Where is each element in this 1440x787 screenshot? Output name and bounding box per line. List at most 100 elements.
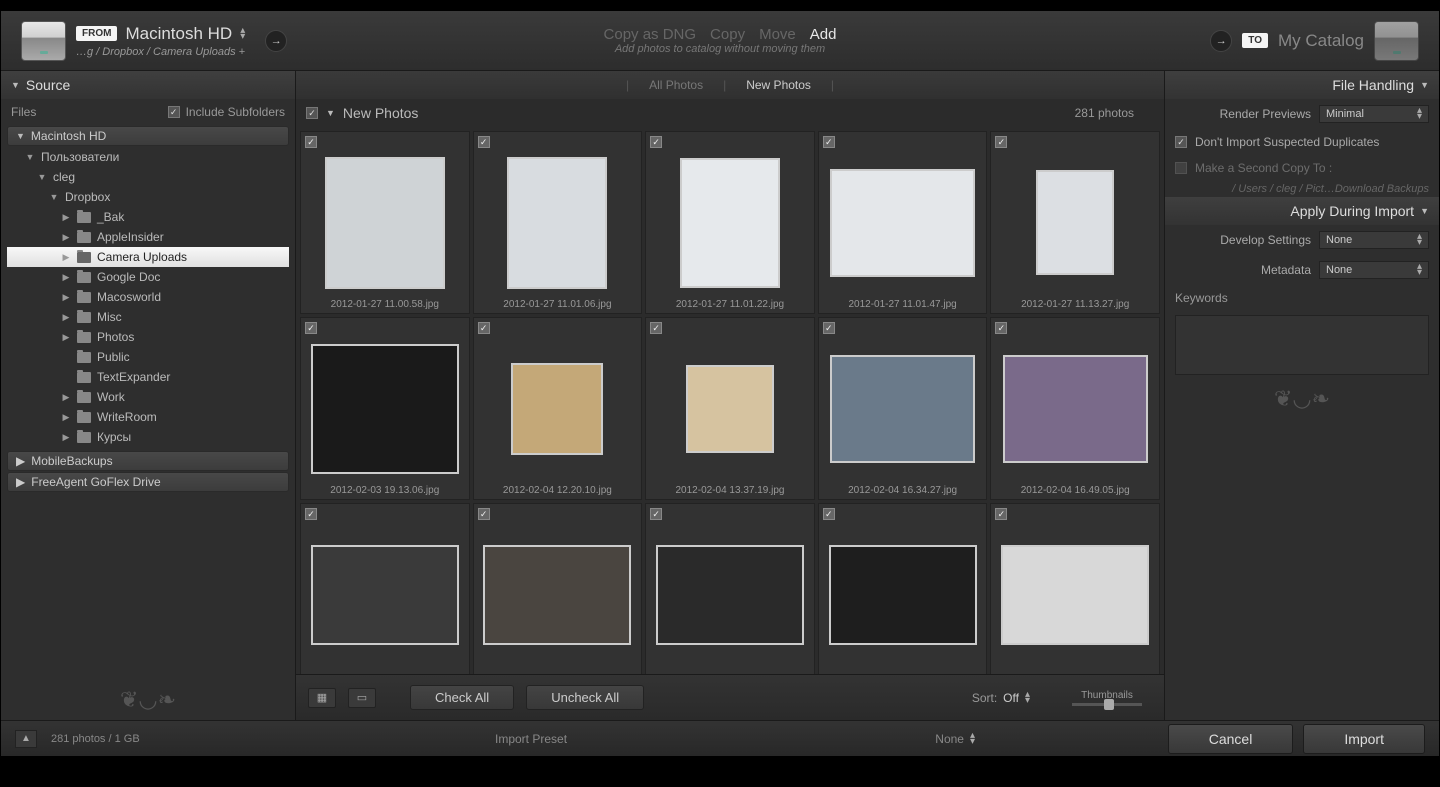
thumbnail-cell[interactable]: ✓ 2012-02-04 16.49.05.jpg <box>990 317 1160 500</box>
tree-dropbox[interactable]: ▼Dropbox <box>7 187 289 207</box>
thumbnail-size-slider[interactable]: Thumbnails <box>1072 690 1142 706</box>
include-subfolders-checkbox[interactable]: ✓ Include Subfolders <box>168 105 285 119</box>
import-button[interactable]: Import <box>1303 724 1425 754</box>
thumbnail-checkbox[interactable]: ✓ <box>995 136 1007 148</box>
thumbnail-cell[interactable]: ✓ <box>818 503 988 674</box>
cancel-button[interactable]: Cancel <box>1168 724 1294 754</box>
thumbnail-cell[interactable]: ✓ <box>645 503 815 674</box>
thumbnail-cell[interactable]: ✓2012-01-27 11.00.58.jpg <box>300 131 470 314</box>
metadata-select[interactable]: None▴▾ <box>1319 261 1429 279</box>
thumbnail-checkbox[interactable]: ✓ <box>823 508 835 520</box>
mode-copy[interactable]: Copy <box>710 26 745 43</box>
expand-button[interactable]: ▲ <box>15 730 37 748</box>
mode-move[interactable]: Move <box>759 26 796 43</box>
tree-folder[interactable]: Public <box>7 347 289 367</box>
render-previews-select[interactable]: Minimal▴▾ <box>1319 105 1429 123</box>
thumbnail-grid-scroll[interactable]: ✓2012-01-27 11.00.58.jpg✓2012-01-27 11.0… <box>296 127 1164 674</box>
thumbnail-cell[interactable]: ✓2012-02-03 19.13.06.jpg <box>300 317 470 500</box>
mode-add[interactable]: Add <box>810 26 837 43</box>
tree-folder[interactable]: ▶Google Doc <box>7 267 289 287</box>
tree-folder[interactable]: ▶Macosworld <box>7 287 289 307</box>
thumbnail-filename: 2012-02-04 16.49.05.jpg <box>991 485 1159 496</box>
thumbnail-checkbox[interactable]: ✓ <box>823 136 835 148</box>
thumbnail-checkbox[interactable]: ✓ <box>650 136 662 148</box>
loupe-view-button[interactable]: ▭ <box>348 688 376 708</box>
tree-folder[interactable]: ▶WriteRoom <box>7 407 289 427</box>
tree-folder[interactable]: ▶Misc <box>7 307 289 327</box>
source-disk-dropdown[interactable]: Macintosh HD <box>125 24 232 44</box>
thumbnail-image <box>1036 170 1114 275</box>
tab-new-photos[interactable]: New Photos <box>746 78 811 92</box>
mode-copy-as-dng[interactable]: Copy as DNG <box>604 26 697 43</box>
thumbnail-cell[interactable]: ✓ <box>473 503 643 674</box>
tree-root-disk[interactable]: ▼Macintosh HD <box>7 126 289 146</box>
keywords-input[interactable] <box>1175 315 1429 375</box>
to-arrow-icon[interactable]: → <box>1210 30 1232 52</box>
thumbnail-checkbox[interactable]: ✓ <box>478 136 490 148</box>
tree-folder[interactable]: TextExpander <box>7 367 289 387</box>
thumbnail-checkbox[interactable]: ✓ <box>823 322 835 334</box>
tree-folder[interactable]: ▶_Bak <box>7 207 289 227</box>
tree-folder[interactable]: ▶Курсы <box>7 427 289 447</box>
thumbnail-checkbox[interactable]: ✓ <box>650 508 662 520</box>
apply-during-import-header[interactable]: Apply During Import ▼ <box>1165 197 1439 225</box>
tree-folder[interactable]: ▶Work <box>7 387 289 407</box>
tree-folder[interactable]: ▶AppleInsider <box>7 227 289 247</box>
disclosure-triangle-icon[interactable]: ▼ <box>11 80 20 90</box>
folder-icon <box>77 392 91 403</box>
render-previews-label: Render Previews <box>1220 107 1311 121</box>
thumbnail-checkbox[interactable]: ✓ <box>478 508 490 520</box>
check-all-button[interactable]: Check All <box>410 685 514 710</box>
tree-folder[interactable]: ▶Camera Uploads <box>7 247 289 267</box>
thumbnail-cell[interactable]: ✓2012-01-27 11.13.27.jpg <box>990 131 1160 314</box>
disclosure-triangle-icon[interactable]: ▼ <box>326 108 335 118</box>
tree-mobilebackups[interactable]: ▶MobileBackups <box>7 451 289 471</box>
thumbnail-cell[interactable]: ✓ 2012-01-27 11.01.22.jpg <box>645 131 815 314</box>
thumbnail-checkbox[interactable]: ✓ <box>650 322 662 334</box>
thumbnail-cell[interactable]: ✓ <box>300 503 470 674</box>
thumbnail-checkbox[interactable]: ✓ <box>305 136 317 148</box>
thumbnail-checkbox[interactable]: ✓ <box>995 508 1007 520</box>
thumbnail-cell[interactable]: ✓2012-02-04 12.20.10.jpg <box>473 317 643 500</box>
tree-folder[interactable]: ▶Photos <box>7 327 289 347</box>
updown-icon[interactable]: ▴▾ <box>240 28 245 40</box>
uncheck-all-button[interactable]: Uncheck All <box>526 685 644 710</box>
sort-control[interactable]: Sort: Off ▴▾ <box>972 691 1030 705</box>
forward-arrow-icon[interactable]: → <box>265 30 287 52</box>
checkbox-icon[interactable] <box>1175 162 1187 174</box>
checkbox-icon[interactable]: ✓ <box>1175 136 1187 148</box>
folder-icon <box>77 292 91 303</box>
second-copy-path: / Users / cleg / Pict…Download Backups <box>1165 181 1439 197</box>
to-block: → TO My Catalog <box>1200 21 1419 61</box>
thumbnail-filename: 2012-01-27 11.01.22.jpg <box>646 299 814 310</box>
grid-view-button[interactable]: ▦ <box>308 688 336 708</box>
source-panel-header[interactable]: ▼ Source <box>1 71 295 99</box>
tree-user[interactable]: ▼cleg <box>7 167 289 187</box>
thumbnail-image <box>829 545 977 645</box>
harddrive-icon <box>1374 21 1419 61</box>
file-handling-header[interactable]: File Handling ▼ <box>1165 71 1439 99</box>
thumbnail-cell[interactable]: ✓2012-01-27 11.01.06.jpg <box>473 131 643 314</box>
tree-freeagent[interactable]: ▶FreeAgent GoFlex Drive <box>7 472 289 492</box>
source-title: Source <box>26 77 70 93</box>
import-preset-select[interactable]: None ▴▾ <box>935 732 975 746</box>
thumbnail-image <box>311 344 459 474</box>
develop-settings-select[interactable]: None▴▾ <box>1319 231 1429 249</box>
folder-icon <box>77 272 91 283</box>
folder-icon <box>77 352 91 363</box>
folder-tree: ▼Macintosh HD ▼Пользователи ▼cleg ▼Dropb… <box>1 125 295 680</box>
thumbnail-checkbox[interactable]: ✓ <box>995 322 1007 334</box>
tree-users[interactable]: ▼Пользователи <box>7 147 289 167</box>
thumbnail-checkbox[interactable]: ✓ <box>478 322 490 334</box>
thumbnail-checkbox[interactable]: ✓ <box>305 322 317 334</box>
thumbnail-checkbox[interactable]: ✓ <box>305 508 317 520</box>
disclosure-triangle-icon[interactable]: ▼ <box>1420 206 1429 216</box>
thumbnail-cell[interactable]: ✓ <box>990 503 1160 674</box>
thumbnail-cell[interactable]: ✓2012-01-27 11.01.47.jpg <box>818 131 988 314</box>
section-checkbox[interactable]: ✓ <box>306 107 318 119</box>
disclosure-triangle-icon[interactable]: ▼ <box>1420 80 1429 90</box>
to-catalog-label: My Catalog <box>1278 31 1364 51</box>
thumbnail-cell[interactable]: ✓2012-02-04 13.37.19.jpg <box>645 317 815 500</box>
tab-all-photos[interactable]: All Photos <box>649 78 703 92</box>
thumbnail-cell[interactable]: ✓2012-02-04 16.34.27.jpg <box>818 317 988 500</box>
